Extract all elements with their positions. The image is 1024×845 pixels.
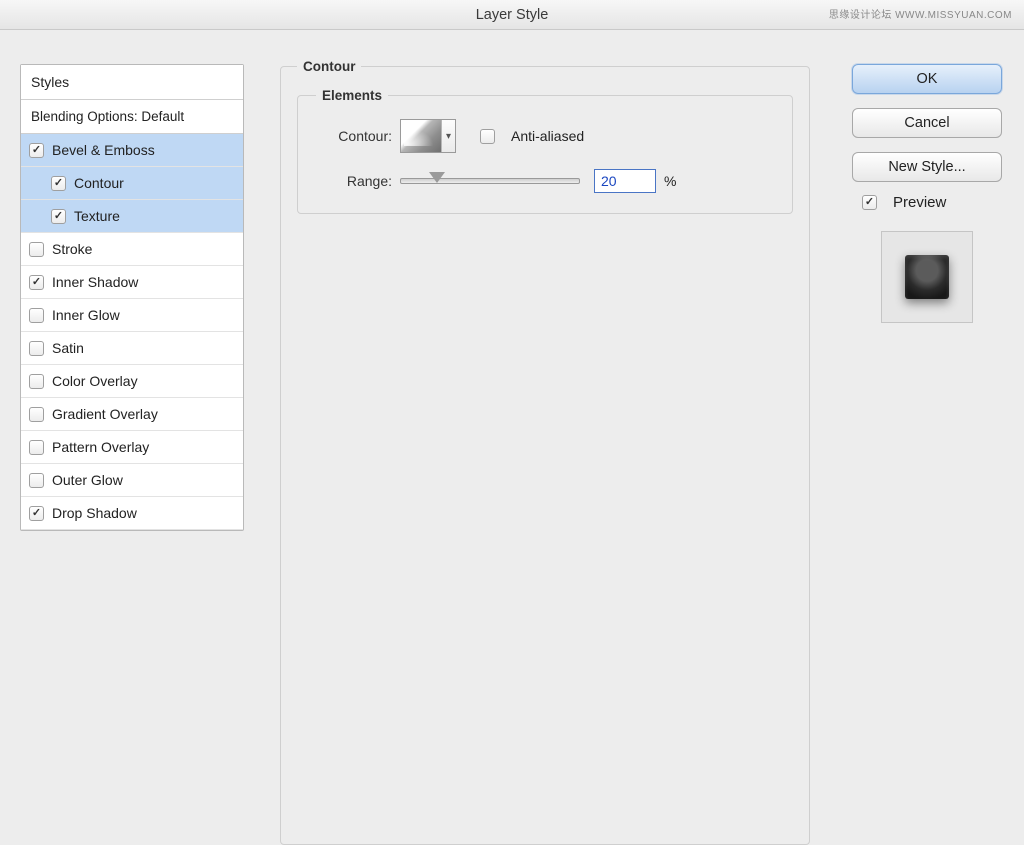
style-row-bevel-emboss[interactable]: Bevel & Emboss	[21, 134, 243, 167]
style-label: Stroke	[52, 241, 92, 257]
range-label: Range:	[316, 173, 400, 189]
style-label: Bevel & Emboss	[52, 142, 155, 158]
preview-checkbox[interactable]	[862, 195, 877, 210]
style-checkbox[interactable]	[29, 308, 44, 323]
style-row-stroke[interactable]: Stroke	[21, 233, 243, 266]
contour-thumbnail	[401, 120, 441, 152]
style-row-texture[interactable]: Texture	[21, 200, 243, 233]
dialog-body: Styles Blending Options: Default Bevel &…	[0, 30, 1024, 835]
style-label: Inner Shadow	[52, 274, 138, 290]
ok-button[interactable]: OK	[852, 64, 1002, 94]
style-label: Drop Shadow	[52, 505, 137, 521]
style-row-inner-shadow[interactable]: Inner Shadow	[21, 266, 243, 299]
elements-title: Elements	[316, 88, 388, 103]
style-checkbox[interactable]	[51, 209, 66, 224]
style-checkbox[interactable]	[51, 176, 66, 191]
preview-row: Preview	[852, 194, 1002, 211]
style-row-contour[interactable]: Contour	[21, 167, 243, 200]
range-slider-wrap: %	[400, 169, 676, 193]
anti-aliased-label: Anti-aliased	[511, 128, 584, 144]
range-input[interactable]	[594, 169, 656, 193]
style-checkbox[interactable]	[29, 374, 44, 389]
range-row: Range: %	[316, 169, 774, 193]
contour-section-title: Contour	[297, 59, 361, 74]
style-checkbox[interactable]	[29, 506, 44, 521]
style-row-pattern-overlay[interactable]: Pattern Overlay	[21, 431, 243, 464]
style-label: Satin	[52, 340, 84, 356]
style-checkbox[interactable]	[29, 143, 44, 158]
style-row-satin[interactable]: Satin	[21, 332, 243, 365]
style-row-inner-glow[interactable]: Inner Glow	[21, 299, 243, 332]
preview-thumbnail	[905, 255, 949, 299]
contour-picker[interactable]: ▾	[400, 119, 456, 153]
percent-symbol: %	[664, 173, 676, 189]
range-slider-thumb[interactable]	[429, 172, 445, 183]
new-style-button[interactable]: New Style...	[852, 152, 1002, 182]
cancel-button[interactable]: Cancel	[852, 108, 1002, 138]
style-label: Pattern Overlay	[52, 439, 149, 455]
style-checkbox[interactable]	[29, 341, 44, 356]
elements-group: Elements Contour: ▾ Anti-aliased Range:	[297, 88, 793, 214]
styles-panel: Styles Blending Options: Default Bevel &…	[20, 64, 244, 531]
style-row-drop-shadow[interactable]: Drop Shadow	[21, 497, 243, 530]
style-checkbox[interactable]	[29, 275, 44, 290]
style-label: Outer Glow	[52, 472, 123, 488]
actions-column: OK Cancel New Style... Preview	[852, 64, 1002, 323]
style-checkbox[interactable]	[29, 407, 44, 422]
style-label: Gradient Overlay	[52, 406, 158, 422]
style-label: Inner Glow	[52, 307, 120, 323]
contour-section: Contour Elements Contour: ▾ Anti-aliased…	[280, 59, 810, 845]
watermark-text: 思缘设计论坛 WWW.MISSYUAN.COM	[829, 6, 1012, 21]
window-title: Layer Style	[476, 7, 549, 23]
style-checkbox[interactable]	[29, 242, 44, 257]
style-label: Color Overlay	[52, 373, 138, 389]
preview-swatch	[881, 231, 973, 323]
style-label: Contour	[74, 175, 124, 191]
preview-label: Preview	[893, 194, 946, 211]
styles-header[interactable]: Styles	[21, 65, 243, 100]
style-label: Texture	[74, 208, 120, 224]
chevron-down-icon[interactable]: ▾	[441, 120, 455, 152]
range-slider[interactable]	[400, 178, 580, 184]
style-checkbox[interactable]	[29, 473, 44, 488]
style-row-color-overlay[interactable]: Color Overlay	[21, 365, 243, 398]
style-row-gradient-overlay[interactable]: Gradient Overlay	[21, 398, 243, 431]
blending-options-header[interactable]: Blending Options: Default	[21, 100, 243, 134]
contour-label: Contour:	[316, 128, 400, 144]
style-row-outer-glow[interactable]: Outer Glow	[21, 464, 243, 497]
contour-row: Contour: ▾ Anti-aliased	[316, 119, 774, 153]
anti-aliased-checkbox[interactable]	[480, 129, 495, 144]
style-checkbox[interactable]	[29, 440, 44, 455]
styles-list: Bevel & Emboss Contour Texture Stroke Inner …	[21, 134, 243, 530]
anti-aliased-wrap: Anti-aliased	[480, 128, 584, 144]
